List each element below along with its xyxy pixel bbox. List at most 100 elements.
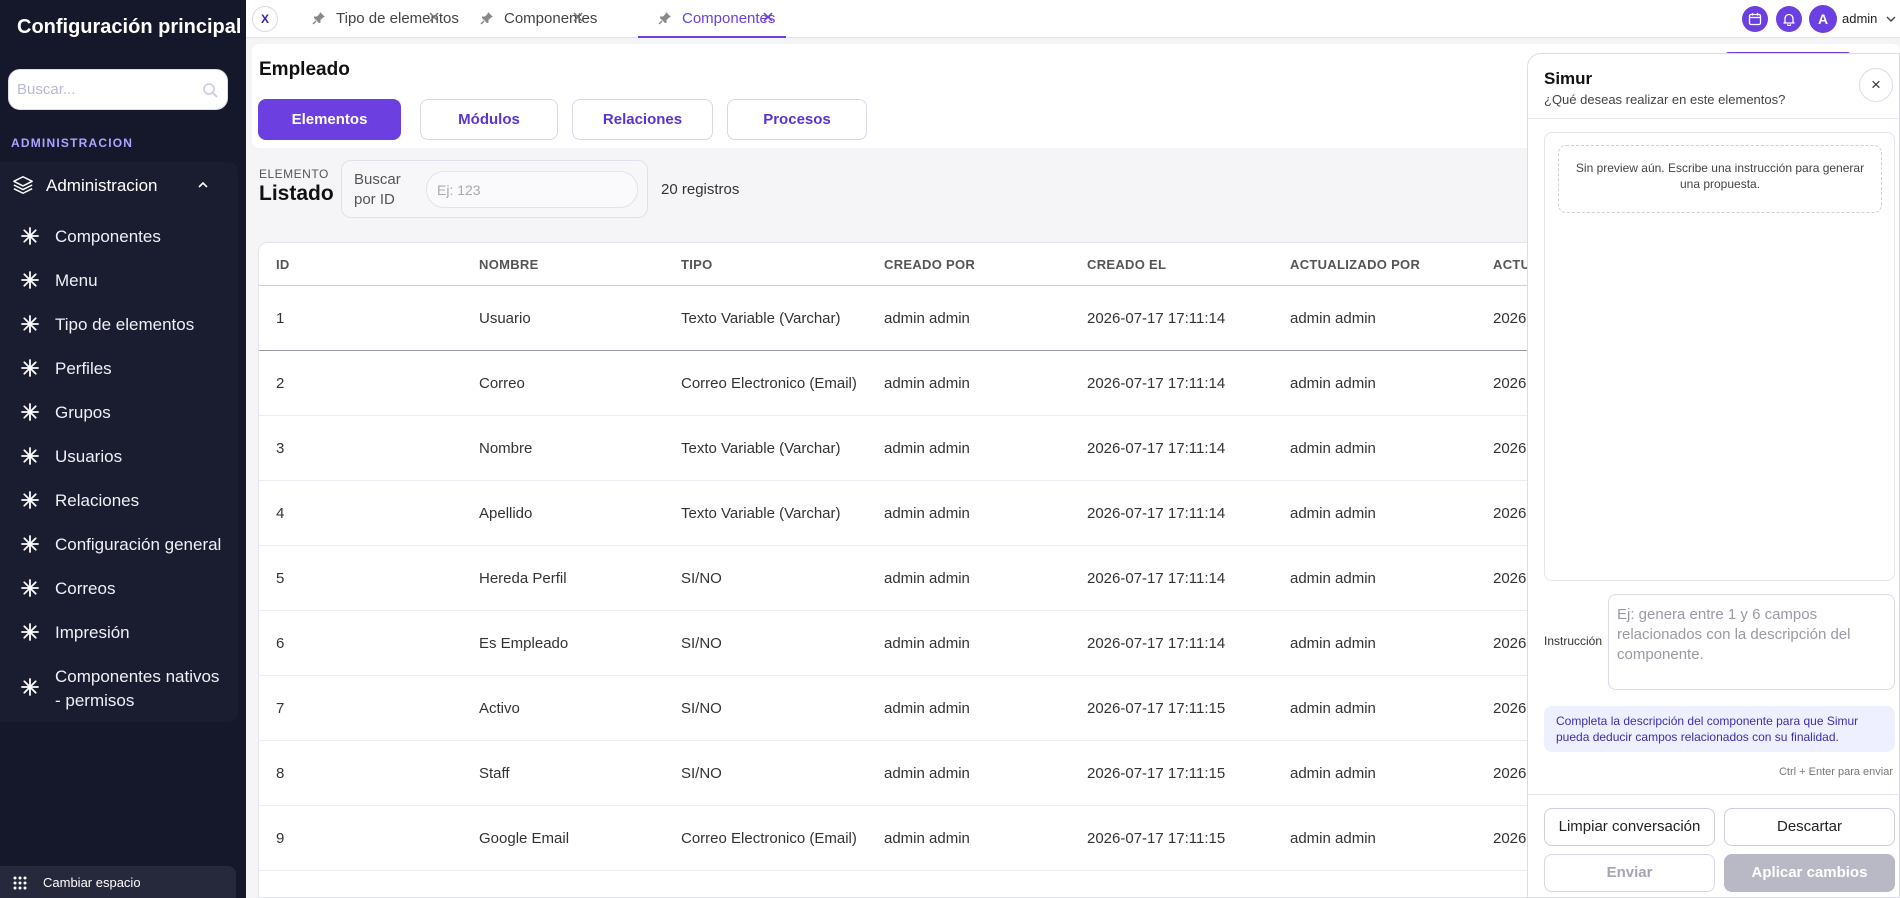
sidebar-item-usuarios[interactable]: Usuarios: [0, 436, 238, 476]
sidebar-item-perfiles[interactable]: Perfiles: [0, 348, 238, 388]
cell-nombre: Google Email: [479, 830, 570, 847]
column-header-id[interactable]: ID: [276, 257, 290, 272]
sidebar-item-componentes-nativos[interactable]: Componentes nativos - permisos: [0, 662, 238, 712]
cell-tipo: Correo Electronico (Email): [681, 830, 857, 847]
sidebar-search-input[interactable]: [9, 70, 189, 109]
apply-changes-button[interactable]: Aplicar cambios: [1724, 854, 1895, 892]
sidebar-item-componentes[interactable]: Componentes: [0, 216, 238, 256]
sidebar-item-tipo-de-elementos[interactable]: Tipo de elementos: [0, 304, 238, 344]
user-area: A admin: [1730, 0, 1900, 38]
cell-actualizado-por: admin admin: [1290, 570, 1376, 587]
instruction-field[interactable]: [1608, 594, 1895, 690]
cell-actualizado-el: 2026-: [1493, 505, 1532, 522]
cell-actualizado-el: 2026-: [1493, 635, 1532, 652]
sidebar-search[interactable]: [8, 69, 228, 110]
page-title: Empleado: [259, 59, 350, 80]
list-title: Listado: [259, 182, 334, 205]
cell-id: 8: [276, 765, 285, 782]
cell-actualizado-el: 2026-: [1493, 375, 1532, 392]
cell-creado-el: 2026-07-17 17:11:14: [1087, 505, 1226, 522]
hint-message: Completa la descripción del componente p…: [1544, 706, 1895, 752]
cell-nombre: Es Empleado: [479, 635, 569, 652]
chevron-down-icon[interactable]: [1886, 14, 1896, 24]
tab-elementos[interactable]: Elementos: [258, 99, 401, 140]
cell-id: 1: [276, 310, 285, 327]
id-search-input[interactable]: [426, 171, 638, 208]
change-space-button[interactable]: Cambiar espacio: [0, 866, 236, 898]
sidebar-item-impresion[interactable]: Impresión: [0, 612, 238, 652]
cell-tipo: SI/NO: [681, 700, 722, 717]
panel-close-button[interactable]: ×: [1859, 68, 1893, 102]
sidebar-item-grupos[interactable]: Grupos: [0, 392, 238, 432]
column-header-creado-por[interactable]: CREADO POR: [884, 257, 975, 272]
asterisk-icon: [21, 491, 39, 509]
avatar[interactable]: A: [1809, 5, 1837, 33]
instruction-label: Instrucción: [1544, 634, 1603, 648]
close-icon[interactable]: [426, 9, 442, 25]
sidebar-item-configuracion-general[interactable]: Configuración general: [0, 524, 238, 564]
send-button[interactable]: Enviar: [1544, 854, 1715, 892]
tab-modulos[interactable]: Módulos: [420, 99, 558, 140]
pin-icon[interactable]: [480, 11, 494, 25]
id-search-label: Buscar por ID: [354, 171, 401, 208]
close-all-tabs-button[interactable]: X: [252, 6, 278, 32]
clear-conversation-button[interactable]: Limpiar conversación: [1544, 808, 1715, 846]
sidebar-item-label: Configuración general: [55, 535, 222, 554]
cell-nombre: Apellido: [479, 505, 533, 522]
sidebar-item-label: Correos: [55, 579, 116, 598]
user-name[interactable]: admin: [1842, 11, 1877, 26]
preview-placeholder: Sin preview aún. Escribe una instrucción…: [1558, 145, 1882, 213]
discard-button[interactable]: Descartar: [1724, 808, 1895, 846]
id-search-box: Buscar por ID: [341, 160, 648, 218]
column-header-actualizado-el[interactable]: ACTU: [1493, 257, 1530, 272]
sidebar-item-correos[interactable]: Correos: [0, 568, 238, 608]
column-header-creado-el[interactable]: CREADO EL: [1087, 257, 1166, 272]
cell-actualizado-el: 2026-: [1493, 570, 1532, 587]
sidebar-item-relaciones[interactable]: Relaciones: [0, 480, 238, 520]
sidebar: Configuración principal ADMINISTRACION A…: [0, 0, 246, 898]
cell-actualizado-el: 2026-: [1493, 830, 1532, 847]
cell-id: 3: [276, 440, 285, 457]
tab-tipo-de-elementos[interactable]: Tipo de elementos: [292, 0, 459, 38]
cell-actualizado-por: admin admin: [1290, 440, 1376, 457]
cell-nombre: Correo: [479, 375, 525, 392]
cell-actualizado-por: admin admin: [1290, 765, 1376, 782]
asterisk-icon: [21, 447, 39, 465]
close-icon[interactable]: [760, 9, 776, 25]
cell-tipo: Correo Electronico (Email): [681, 375, 857, 392]
tab-componentes-active[interactable]: Componentes: [638, 0, 786, 38]
column-header-tipo[interactable]: TIPO: [681, 257, 713, 272]
column-header-actualizado-por[interactable]: ACTUALIZADO POR: [1290, 257, 1420, 272]
sidebar-item-label: Usuarios: [55, 447, 123, 466]
calendar-button[interactable]: [1742, 6, 1768, 32]
cell-tipo: Texto Variable (Varchar): [681, 440, 841, 457]
sidebar-group-header[interactable]: Administracion: [0, 162, 238, 208]
asterisk-icon: [21, 359, 39, 377]
cell-tipo: SI/NO: [681, 635, 722, 652]
cell-actualizado-por: admin admin: [1290, 310, 1376, 327]
notifications-button[interactable]: [1776, 6, 1802, 32]
cell-actualizado-por: admin admin: [1290, 505, 1376, 522]
column-header-nombre[interactable]: NOMBRE: [479, 257, 539, 272]
cell-nombre: Usuario: [479, 310, 531, 327]
panel-title: Simur: [1544, 69, 1593, 88]
cell-creado-por: admin admin: [884, 570, 970, 587]
bell-icon: [1783, 13, 1795, 26]
cell-id: 4: [276, 505, 285, 522]
pin-icon[interactable]: [312, 11, 326, 25]
close-icon[interactable]: [570, 9, 586, 25]
record-count: 20 registros: [661, 181, 740, 198]
preview-area: Sin preview aún. Escribe una instrucción…: [1544, 132, 1895, 581]
tab-relaciones[interactable]: Relaciones: [572, 99, 713, 140]
sidebar-item-menu[interactable]: Menu: [0, 260, 238, 300]
cell-creado-por: admin admin: [884, 700, 970, 717]
cell-creado-por: admin admin: [884, 830, 970, 847]
tab-componentes[interactable]: Componentes: [460, 0, 597, 38]
pin-icon[interactable]: [658, 11, 672, 25]
cell-tipo: SI/NO: [681, 765, 722, 782]
panel-divider: [1528, 794, 1900, 795]
tab-procesos[interactable]: Procesos: [727, 99, 867, 140]
panel-divider: [1528, 118, 1900, 119]
cell-creado-el: 2026-07-17 17:11:14: [1087, 570, 1226, 587]
sidebar-item-label: Perfiles: [55, 359, 112, 378]
